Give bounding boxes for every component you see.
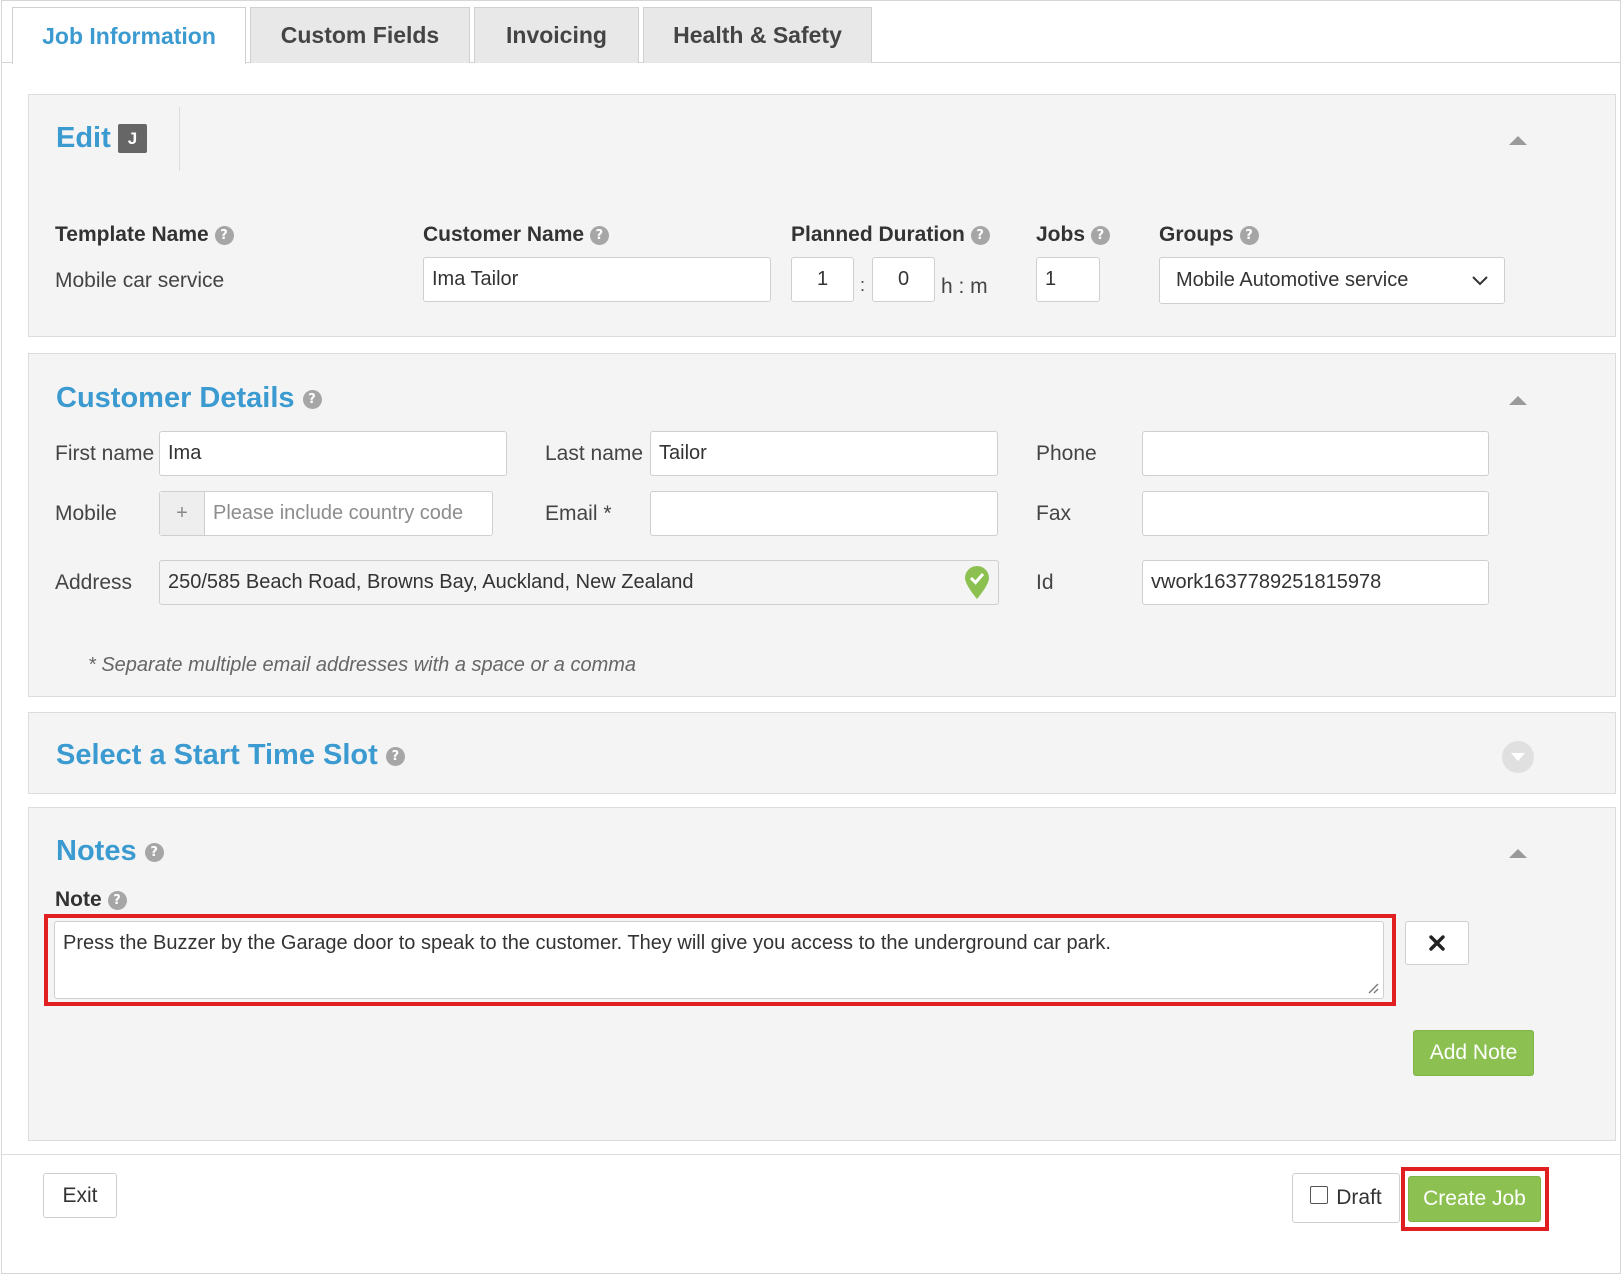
first-name-input[interactable]: Ima [159, 431, 507, 476]
note-label: Note ? [55, 888, 127, 912]
help-icon[interactable]: ? [214, 225, 234, 245]
fax-input[interactable] [1142, 491, 1489, 536]
tab-job-information[interactable]: Job Information [12, 7, 246, 64]
mobile-prefix: + [160, 492, 205, 535]
first-name-label: First name [55, 442, 155, 465]
add-note-button[interactable]: Add Note [1413, 1030, 1534, 1076]
jobs-label: Jobs ? [1036, 223, 1110, 247]
note-textarea[interactable]: Press the Buzzer by the Garage door to s… [54, 921, 1384, 999]
help-icon[interactable]: ? [107, 890, 127, 910]
id-input[interactable]: vwork1637789251815978 [1142, 560, 1489, 605]
duration-unit: h : m [941, 275, 988, 298]
time-slot-title: Select a Start Time Slot ? [56, 739, 405, 772]
chevron-down-icon [1511, 752, 1525, 761]
create-job-button[interactable]: Create Job [1408, 1176, 1541, 1222]
draft-toggle[interactable]: Draft [1292, 1173, 1400, 1223]
template-name-value: Mobile car service [55, 269, 225, 292]
customer-name-label: Customer Name ? [423, 223, 609, 247]
footer-divider [2, 1154, 1620, 1155]
note-text: Press the Buzzer by the Garage door to s… [63, 932, 1111, 954]
help-icon[interactable]: ? [1090, 225, 1110, 245]
title-divider [179, 107, 180, 171]
location-verified-icon [965, 565, 989, 599]
email-input[interactable] [650, 491, 998, 536]
tab-health-safety[interactable]: Health & Safety [643, 7, 872, 63]
email-label: Email * [545, 502, 612, 525]
help-icon[interactable]: ? [302, 389, 322, 409]
help-icon[interactable]: ? [1239, 225, 1259, 245]
chevron-down-icon [1472, 275, 1488, 285]
remove-note-button[interactable] [1405, 921, 1469, 965]
duration-hours-input[interactable]: 1 [791, 257, 854, 302]
time-slot-panel: Select a Start Time Slot ? [28, 712, 1616, 794]
help-icon[interactable]: ? [589, 225, 609, 245]
notes-title: Notes ? [56, 835, 164, 868]
address-input[interactable]: 250/585 Beach Road, Browns Bay, Auckland… [159, 560, 999, 605]
edit-badge: J [118, 124, 147, 153]
groups-selected-value: Mobile Automotive service [1176, 269, 1409, 291]
expand-time-slot-button[interactable] [1502, 741, 1534, 773]
exit-button[interactable]: Exit [43, 1173, 117, 1218]
mobile-placeholder: Please include country code [213, 502, 464, 524]
duration-minutes-input[interactable]: 0 [872, 257, 935, 302]
jobs-input[interactable]: 1 [1036, 257, 1100, 302]
collapse-edit-icon[interactable] [1509, 136, 1527, 145]
planned-duration-label: Planned Duration ? [791, 223, 990, 247]
fax-label: Fax [1036, 502, 1072, 525]
help-icon[interactable]: ? [144, 842, 164, 862]
mobile-label: Mobile [55, 502, 117, 525]
address-label: Address [55, 571, 133, 594]
resize-handle-icon[interactable] [1367, 982, 1379, 994]
edit-panel: Edit J Template Name ? Mobile car servic… [28, 94, 1616, 337]
id-label: Id [1036, 571, 1054, 594]
edit-title: Edit [56, 122, 111, 154]
groups-label: Groups ? [1159, 223, 1259, 247]
mobile-input-group[interactable]: + Please include country code [159, 491, 493, 536]
last-name-input[interactable]: Tailor [650, 431, 998, 476]
address-value: 250/585 Beach Road, Browns Bay, Auckland… [168, 571, 694, 593]
duration-separator: : [860, 275, 866, 295]
groups-select[interactable]: Mobile Automotive service [1159, 257, 1505, 304]
customer-details-title: Customer Details ? [56, 382, 322, 415]
template-name-label: Template Name ? [55, 223, 234, 247]
help-icon[interactable]: ? [970, 225, 990, 245]
notes-panel: Notes ? Note ? Press the Buzzer by the G… [28, 807, 1616, 1141]
tab-custom-fields[interactable]: Custom Fields [250, 7, 470, 63]
customer-details-panel: Customer Details ? First name Ima Last n… [28, 353, 1616, 697]
collapse-notes-icon[interactable] [1509, 849, 1527, 858]
close-icon [1429, 935, 1445, 951]
draft-label: Draft [1336, 1186, 1382, 1209]
email-footnote: * Separate multiple email addresses with… [88, 654, 637, 676]
phone-input[interactable] [1142, 431, 1489, 476]
draft-checkbox[interactable] [1310, 1186, 1329, 1204]
customer-name-input[interactable]: Ima Tailor [423, 257, 771, 302]
collapse-customer-icon[interactable] [1509, 396, 1527, 405]
job-form-window: Job Information Custom Fields Invoicing … [1, 0, 1621, 1274]
help-icon[interactable]: ? [385, 746, 405, 766]
tab-invoicing[interactable]: Invoicing [474, 7, 639, 63]
phone-label: Phone [1036, 442, 1097, 465]
last-name-label: Last name [545, 442, 644, 465]
